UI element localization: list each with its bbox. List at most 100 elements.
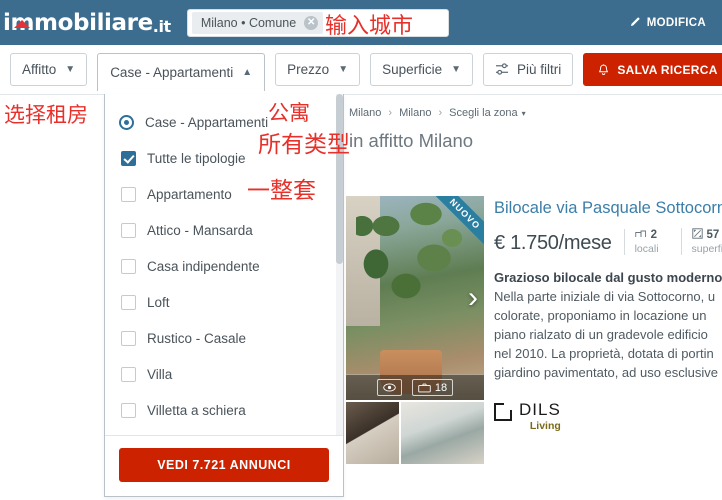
save-search-button[interactable]: SALVA RICERCA — [583, 53, 722, 86]
description-line: colorate, proponiamo in locazione un — [494, 307, 707, 323]
dils-square-icon — [494, 398, 515, 421]
filter-surface[interactable]: Superficie ▼ — [370, 53, 474, 86]
sliders-icon — [495, 63, 510, 76]
page-title: in affitto Milano — [349, 130, 474, 151]
checkbox-icon[interactable] — [121, 366, 136, 382]
property-type-dropdown[interactable]: Case - Appartamenti Tutte le tipologie A… — [104, 94, 344, 497]
eye-icon — [376, 379, 402, 396]
breadcrumb-item-3[interactable]: Scegli la zona — [449, 107, 518, 119]
listing-details: Bilocale via Pasquale Sottocorn € 1.750/… — [494, 196, 722, 464]
chevron-down-icon: ▼ — [65, 64, 76, 75]
photo-badges: 18 — [346, 375, 484, 400]
dropdown-footer: VEDI 7.721 ANNUNCI — [105, 435, 343, 496]
listing-price: € 1.750/mese — [494, 232, 612, 254]
filter-contract-type[interactable]: Affitto ▼ — [10, 53, 88, 86]
edit-search-label: MODIFICA — [646, 16, 706, 29]
close-icon[interactable]: ✕ — [304, 15, 319, 30]
filter-contract-type-label: Affitto — [22, 62, 57, 77]
dropdown-option-rustico-casale[interactable]: Rustico - Casale — [105, 320, 343, 356]
thumbnail-1[interactable] — [346, 402, 400, 464]
listing-stat-surface: 57 m² superficie — [680, 228, 722, 255]
annotation-choose-rent: 选择租房 — [4, 103, 88, 127]
edit-search-button[interactable]: MODIFICA — [628, 16, 706, 29]
dropdown-radio-label: Case - Appartamenti — [145, 114, 269, 130]
site-logo[interactable]: immobiliare .it — [3, 10, 171, 36]
agency-logo[interactable]: DILS Living — [494, 398, 722, 432]
location-chip[interactable]: Milano • Comune ✕ — [191, 11, 324, 34]
breadcrumb-item-2[interactable]: Milano — [399, 107, 431, 119]
rooms-value: 2 — [650, 229, 657, 241]
option-label: Loft — [147, 294, 170, 310]
dropdown-option-tutte-le-tipologie[interactable]: Tutte le tipologie — [105, 140, 343, 176]
scrollbar-thumb[interactable] — [336, 94, 343, 264]
surface-value: 57 m² — [706, 229, 722, 241]
chevron-down-icon: ▼ — [338, 64, 349, 75]
option-label: Rustico - Casale — [147, 330, 247, 346]
chevron-down-icon: ▼ — [451, 64, 462, 75]
dropdown-option-appartamento[interactable]: Appartamento — [105, 176, 343, 212]
listing-stat-rooms: 2 locali — [623, 228, 669, 255]
chevron-right-icon[interactable]: › — [468, 283, 478, 313]
bell-icon — [597, 63, 610, 77]
camera-icon — [418, 383, 431, 392]
dropdown-option-villetta-a-schiera[interactable]: Villetta a schiera — [105, 392, 343, 428]
breadcrumb-separator-icon: › — [388, 107, 393, 119]
description-line: giardino pavimentato, ad uso esclusive — [494, 364, 719, 380]
rooms-icon — [634, 229, 647, 242]
option-label: Villetta a schiera — [147, 402, 246, 418]
checkbox-checked-icon[interactable] — [121, 150, 136, 166]
filter-toolbar: Affitto ▼ Case - Appartamenti ▲ Prezzo ▼… — [0, 45, 722, 95]
option-label: Appartamento — [147, 186, 232, 202]
location-chip-label: Milano • Comune — [200, 15, 297, 30]
filter-property-type[interactable]: Case - Appartamenti ▲ — [97, 52, 266, 91]
view-listings-button[interactable]: VEDI 7.721 ANNUNCI — [119, 448, 329, 482]
listing-price-row: € 1.750/mese 2 locali 57 superfi — [494, 228, 722, 255]
checkbox-icon[interactable] — [121, 402, 136, 418]
listing-title[interactable]: Bilocale via Pasquale Sottocorn — [494, 198, 722, 218]
immobiliare-search-page: immobiliare .it Milano • Comune ✕ MODIFI… — [0, 0, 722, 500]
radio-selected-icon[interactable] — [119, 114, 134, 130]
description-heading: Grazioso bilocale dal gusto moderno — [494, 270, 722, 285]
agency-subtitle: Living — [529, 419, 561, 432]
dropdown-option-casa-indipendente[interactable]: Casa indipendente — [105, 248, 343, 284]
listing-card[interactable]: NUOVO › 18 Bilocale via Pasquale Sottoco… — [346, 196, 722, 464]
option-label: Villa — [147, 366, 173, 382]
checkbox-icon[interactable] — [121, 186, 136, 202]
chevron-down-icon[interactable]: ▾ — [522, 109, 526, 118]
more-filters-label: Più filtri — [517, 62, 562, 77]
dropdown-scrollbar[interactable] — [336, 94, 343, 435]
dropdown-option-attico-mansarda[interactable]: Attico - Mansarda — [105, 212, 343, 248]
logo-suffix: .it — [152, 16, 171, 36]
chevron-up-icon: ▲ — [242, 66, 253, 78]
description-line: Nella parte iniziale di via Sottocorno, … — [494, 288, 716, 304]
surface-label: superficie — [691, 243, 722, 255]
description-line: nel 2010. La proprietà, dotata di portin — [494, 345, 714, 361]
location-search-field[interactable]: Milano • Comune ✕ — [186, 8, 449, 37]
listing-description: Grazioso bilocale dal gusto moderno Nell… — [494, 269, 722, 383]
breadcrumb-item-1[interactable]: Milano — [349, 107, 381, 119]
filter-price[interactable]: Prezzo ▼ — [275, 53, 361, 86]
option-label: Tutte le tipologie — [147, 150, 246, 166]
option-label: Casa indipendente — [147, 258, 260, 274]
checkbox-icon[interactable] — [121, 258, 136, 274]
filter-surface-label: Superficie — [382, 62, 443, 77]
dropdown-scroll-area[interactable]: Case - Appartamenti Tutte le tipologie A… — [105, 94, 343, 435]
agency-name: DILS — [519, 399, 561, 419]
dropdown-option-villa[interactable]: Villa — [105, 356, 343, 392]
photo-count-badge: 18 — [411, 379, 454, 396]
listing-gallery[interactable]: NUOVO › 18 — [346, 196, 484, 464]
checkbox-icon[interactable] — [121, 222, 136, 238]
breadcrumb-separator-icon: › — [438, 107, 443, 119]
listing-thumbnails[interactable] — [346, 402, 484, 464]
checkbox-icon[interactable] — [121, 330, 136, 346]
listing-main-photo[interactable]: NUOVO › 18 — [346, 196, 484, 400]
dropdown-option-loft[interactable]: Loft — [105, 284, 343, 320]
photo-count: 18 — [434, 381, 448, 394]
more-filters-button[interactable]: Più filtri — [483, 53, 574, 86]
filter-price-label: Prezzo — [287, 62, 330, 77]
thumbnail-2[interactable] — [401, 402, 484, 464]
pencil-icon — [628, 16, 641, 29]
checkbox-icon[interactable] — [121, 294, 136, 310]
dropdown-radio-case-appartamenti[interactable]: Case - Appartamenti — [105, 104, 343, 140]
top-header-bar: immobiliare .it Milano • Comune ✕ MODIFI… — [0, 0, 722, 45]
